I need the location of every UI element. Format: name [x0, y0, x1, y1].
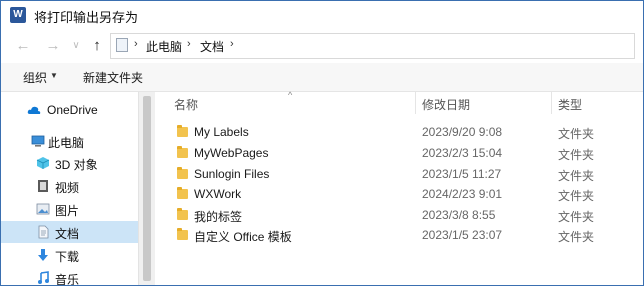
file-name: Sunlogin Files — [194, 167, 270, 181]
cloud-icon — [27, 106, 41, 114]
sidebar-item-downloads[interactable]: 下载 — [1, 244, 138, 266]
file-name: WXWork — [194, 187, 242, 201]
folder-icon — [177, 146, 188, 158]
title-bar: W 将打印输出另存为 — [1, 1, 643, 29]
folder-icon — [177, 167, 188, 179]
sidebar-item-documents[interactable]: 文档 — [1, 221, 138, 243]
sidebar-item-onedrive[interactable]: OneDrive — [1, 99, 138, 121]
file-modified: 2023/1/5 11:27 — [422, 167, 502, 181]
navigation-pane: OneDrive 此电脑 3D 对象 视频 图片 文档 下载 音乐 — [1, 92, 138, 285]
sidebar-item-label: 视频 — [55, 181, 80, 195]
music-icon — [38, 271, 49, 284]
file-row[interactable]: 自定义 Office 模板 2023/1/5 23:07 文件夹 — [155, 225, 643, 245]
column-divider[interactable] — [551, 92, 552, 114]
breadcrumb-separator[interactable]: › — [187, 38, 191, 50]
sidebar-item-label: 文档 — [55, 227, 80, 241]
cube-icon — [36, 157, 50, 169]
breadcrumb-this-pc[interactable]: 此电脑 — [146, 38, 182, 55]
file-name: 自定义 Office 模板 — [194, 230, 292, 244]
column-header-name[interactable]: 名称 — [174, 96, 198, 113]
picture-icon — [36, 203, 50, 215]
window-title: 将打印输出另存为 — [34, 10, 139, 25]
organize-dropdown-icon[interactable]: ▼ — [50, 71, 58, 80]
file-type: 文件夹 — [558, 169, 595, 183]
file-row[interactable]: WXWork 2024/2/23 9:01 文件夹 — [155, 184, 643, 204]
file-name: 我的标签 — [194, 210, 243, 224]
folder-icon — [177, 125, 188, 137]
sidebar-item-pictures[interactable]: 图片 — [1, 198, 138, 220]
folder-icon — [177, 208, 188, 220]
navigation-pane-scrollbar[interactable] — [138, 92, 155, 285]
word-app-icon: W — [10, 7, 26, 23]
file-list: ^ 名称 修改日期 类型 My Labels 2023/9/20 9:08 文件… — [155, 90, 643, 285]
sidebar-item-3d-objects[interactable]: 3D 对象 — [1, 152, 138, 174]
sidebar-item-music[interactable]: 音乐 — [1, 267, 138, 286]
save-dialog-window: W 将打印输出另存为 ← → ∨ ↑ › 此电脑 › 文档 › 组织 ▼ 新建文… — [0, 0, 644, 286]
column-header-type[interactable]: 类型 — [558, 96, 582, 113]
file-modified: 2023/9/20 9:08 — [422, 125, 503, 139]
file-name: MyWebPages — [194, 146, 269, 160]
computer-icon — [31, 135, 45, 147]
sort-ascending-icon: ^ — [288, 90, 293, 100]
sidebar-item-label: 此电脑 — [48, 136, 85, 150]
file-modified: 2023/2/3 15:04 — [422, 146, 503, 160]
file-row[interactable]: MyWebPages 2023/2/3 15:04 文件夹 — [155, 143, 643, 163]
file-row[interactable]: 我的标签 2023/3/8 8:55 文件夹 — [155, 205, 643, 225]
column-divider[interactable] — [415, 92, 416, 114]
column-header-modified[interactable]: 修改日期 — [422, 96, 470, 113]
back-arrow-icon[interactable]: ← — [14, 37, 32, 55]
document-icon — [38, 225, 49, 239]
up-arrow-icon[interactable]: ↑ — [88, 37, 106, 55]
folder-icon — [177, 187, 188, 199]
sidebar-item-this-pc[interactable]: 此电脑 — [1, 130, 138, 152]
toolbar: 组织 ▼ 新建文件夹 — [1, 63, 643, 92]
sidebar-item-label: OneDrive — [47, 103, 98, 117]
file-type: 文件夹 — [558, 230, 595, 244]
video-icon — [38, 180, 48, 192]
new-folder-button[interactable]: 新建文件夹 — [83, 69, 143, 86]
file-modified: 2023/1/5 23:07 — [422, 228, 503, 242]
file-type: 文件夹 — [558, 148, 595, 162]
download-icon — [38, 249, 48, 261]
address-bar[interactable]: › 此电脑 › 文档 › — [110, 33, 635, 59]
scrollbar-thumb[interactable] — [143, 96, 151, 281]
file-type: 文件夹 — [558, 127, 595, 141]
file-modified: 2024/2/23 9:01 — [422, 187, 503, 201]
file-modified: 2023/3/8 8:55 — [422, 208, 496, 222]
breadcrumb-documents[interactable]: 文档 — [200, 38, 224, 55]
sidebar-item-label: 音乐 — [55, 273, 80, 286]
chevron-down-icon[interactable]: ∨ — [67, 37, 85, 55]
organize-button[interactable]: 组织 — [23, 69, 47, 86]
file-row[interactable]: My Labels 2023/9/20 9:08 文件夹 — [155, 122, 643, 142]
navigation-bar: ← → ∨ ↑ › 此电脑 › 文档 › — [1, 29, 643, 63]
sidebar-item-videos[interactable]: 视频 — [1, 175, 138, 197]
file-row[interactable]: Sunlogin Files 2023/1/5 11:27 文件夹 — [155, 164, 643, 184]
sidebar-item-label: 3D 对象 — [55, 158, 98, 172]
file-type: 文件夹 — [558, 210, 595, 224]
sidebar-item-label: 下载 — [55, 250, 80, 264]
file-type: 文件夹 — [558, 189, 595, 203]
breadcrumb-separator[interactable]: › — [230, 38, 234, 50]
breadcrumb-separator[interactable]: › — [134, 38, 138, 50]
folder-icon — [177, 228, 188, 240]
sidebar-item-label: 图片 — [55, 204, 80, 218]
file-name: My Labels — [194, 125, 249, 139]
folder-location-icon — [116, 38, 128, 52]
forward-arrow-icon[interactable]: → — [44, 37, 62, 55]
